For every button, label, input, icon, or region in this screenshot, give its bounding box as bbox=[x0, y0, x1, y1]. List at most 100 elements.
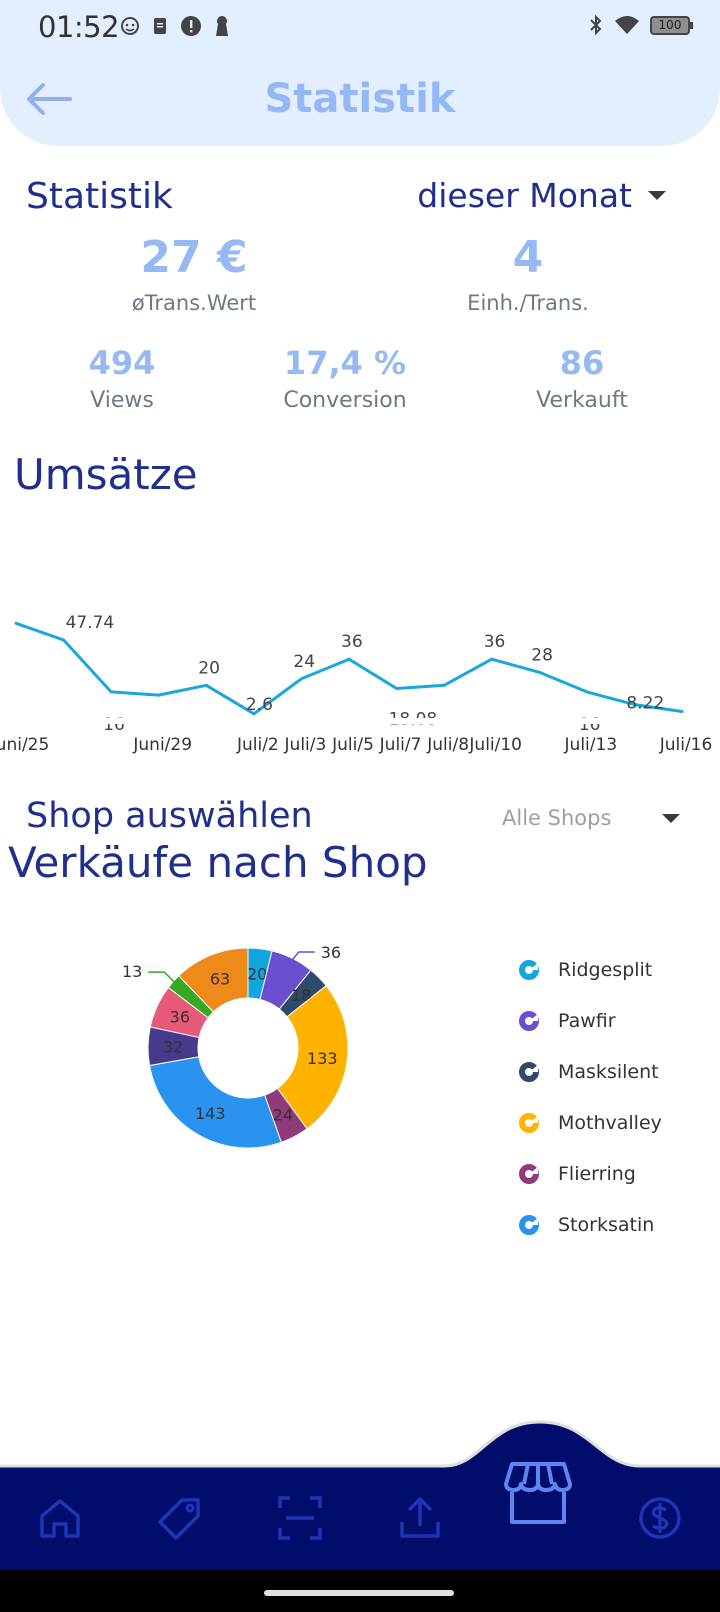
kpi-units-per-trans: 4 Einh./Trans. bbox=[418, 232, 638, 315]
revenue-data-label: 16 bbox=[103, 715, 125, 735]
kpi-label: Einh./Trans. bbox=[467, 291, 589, 315]
revenue-point bbox=[395, 686, 399, 690]
legend-item[interactable]: Storksatin bbox=[518, 1199, 662, 1250]
kpi-views: 494 Views bbox=[62, 344, 182, 413]
legend-swatch-icon bbox=[518, 1112, 540, 1134]
battery-icon: 100 bbox=[650, 15, 693, 35]
slice-label: 32 bbox=[163, 1038, 183, 1057]
shop-icon bbox=[504, 1462, 572, 1524]
nav-shop-button[interactable] bbox=[498, 1452, 578, 1532]
revenue-data-label: 36 bbox=[341, 632, 363, 652]
statistics-heading: Statistik bbox=[26, 176, 173, 217]
nav-home-button[interactable] bbox=[32, 1490, 88, 1546]
revenue-data-label: 20 bbox=[198, 658, 220, 678]
shop-dropdown-value: Alle Shops bbox=[502, 806, 612, 830]
shop-dropdown[interactable]: Alle Shops bbox=[502, 806, 680, 830]
x-tick-label: Juli/16 bbox=[659, 735, 713, 755]
revenue-point bbox=[680, 709, 684, 713]
revenue-point bbox=[299, 677, 303, 681]
home-icon bbox=[40, 1499, 80, 1538]
kpi-label: Conversion bbox=[283, 388, 407, 413]
legend-label: Masksilent bbox=[558, 1060, 659, 1083]
slice-label: 36 bbox=[321, 943, 341, 962]
kpi-label: øTrans.Wert bbox=[131, 291, 257, 315]
legend-label: Storksatin bbox=[558, 1213, 655, 1236]
legend-swatch-icon bbox=[518, 1163, 540, 1185]
kpi-value: 4 bbox=[512, 232, 544, 283]
slice-label: 36 bbox=[170, 1008, 190, 1027]
notification-icons bbox=[120, 14, 232, 38]
shop-legend: Ridgesplit Pawfir Masksilent Mothvalley Flie… bbox=[518, 944, 662, 1250]
slice-label: 63 bbox=[210, 969, 230, 988]
x-tick-label: Juli/2 bbox=[236, 735, 279, 755]
kpi-conversion: 17,4 % Conversion bbox=[260, 344, 430, 413]
legend-item[interactable]: Pawfir bbox=[518, 995, 662, 1046]
document-notification-icon bbox=[154, 18, 166, 34]
x-tick-label: Juli/3 bbox=[284, 735, 327, 755]
period-value: dieser Monat bbox=[417, 176, 632, 215]
nav-scan-button[interactable] bbox=[272, 1490, 328, 1546]
legend-label: Flierring bbox=[558, 1162, 636, 1185]
kpi-label: Views bbox=[90, 388, 154, 413]
nav-earnings-button[interactable] bbox=[632, 1490, 688, 1546]
wifi-icon bbox=[615, 16, 639, 34]
slice-label: 143 bbox=[195, 1104, 226, 1123]
legend-swatch-icon bbox=[518, 959, 540, 981]
revenue-title: Umsätze bbox=[14, 450, 198, 499]
status-bar: 01:52 100 bbox=[0, 0, 720, 58]
x-tick-label: Juni/29 bbox=[132, 735, 192, 755]
sales-by-shop-title: Verkäufe nach Shop bbox=[8, 838, 428, 887]
nav-upload-button[interactable] bbox=[392, 1490, 448, 1546]
upload-icon bbox=[400, 1497, 440, 1538]
kpi-sold: 86 Verkauft bbox=[516, 344, 648, 413]
revenue-point bbox=[62, 638, 66, 642]
revenue-point bbox=[537, 670, 541, 674]
kpi-label: Verkauft bbox=[536, 388, 628, 413]
system-icons: 100 bbox=[588, 14, 693, 36]
legend-item[interactable]: Mothvalley bbox=[518, 1097, 662, 1148]
kpi-avg-trans-value: 27 € øTrans.Wert bbox=[94, 232, 294, 315]
legend-item[interactable]: Flierring bbox=[518, 1148, 662, 1199]
legend-swatch-icon bbox=[518, 1061, 540, 1083]
period-dropdown[interactable]: dieser Monat bbox=[417, 176, 666, 215]
x-tick-label: Juli/10 bbox=[468, 735, 522, 755]
legend-swatch-icon bbox=[518, 1214, 540, 1236]
legend-label: Pawfir bbox=[558, 1009, 616, 1032]
revenue-line-chart: 47.7416202.6243618.083628168.22Juni/25Ju… bbox=[0, 613, 720, 755]
revenue-data-label: 28 bbox=[531, 645, 553, 665]
dollar-icon bbox=[639, 1497, 681, 1539]
app-header: 01:52 100 Statistik bbox=[0, 0, 720, 146]
nav-tags-button[interactable] bbox=[152, 1490, 208, 1546]
slice-label: 13 bbox=[122, 962, 142, 981]
x-tick-label: Juli/5 bbox=[331, 735, 374, 755]
revenue-data-label: 24 bbox=[293, 652, 315, 672]
revenue-point bbox=[109, 690, 113, 694]
kpi-value: 17,4 % bbox=[283, 344, 407, 382]
sales-donut-chart: 20361813324143323613 63 bbox=[122, 943, 349, 1149]
page-title: Statistik bbox=[264, 76, 456, 122]
status-time: 01:52 bbox=[38, 10, 120, 44]
slice-label: 24 bbox=[273, 1105, 293, 1124]
donut-slice[interactable] bbox=[148, 1056, 282, 1149]
x-tick-label: Juli/7 bbox=[379, 735, 422, 755]
x-tick-label: Juli/8 bbox=[426, 735, 469, 755]
home-gesture-bar[interactable] bbox=[264, 1590, 454, 1596]
keyhole-notification-icon bbox=[216, 16, 228, 36]
revenue-data-label: 2.6 bbox=[246, 695, 273, 715]
shop-select-label: Shop auswählen bbox=[26, 796, 313, 836]
legend-item[interactable]: Ridgesplit bbox=[518, 944, 662, 995]
revenue-data-label: 8.22 bbox=[626, 694, 664, 714]
legend-label: Mothvalley bbox=[558, 1111, 662, 1134]
alert-notification-icon bbox=[181, 16, 201, 36]
legend-swatch-icon bbox=[518, 1010, 540, 1032]
legend-item[interactable]: Masksilent bbox=[518, 1046, 662, 1097]
tag-icon bbox=[158, 1498, 200, 1540]
revenue-data-label: 16 bbox=[579, 715, 601, 735]
x-tick-label: Juli/13 bbox=[564, 735, 618, 755]
revenue-data-label: 36 bbox=[484, 632, 506, 652]
scan-icon bbox=[278, 1496, 322, 1540]
revenue-data-label: 47.74 bbox=[66, 613, 115, 633]
revenue-point bbox=[14, 621, 18, 625]
chart-clip-band bbox=[0, 718, 720, 724]
kpi-value: 27 € bbox=[140, 232, 248, 283]
